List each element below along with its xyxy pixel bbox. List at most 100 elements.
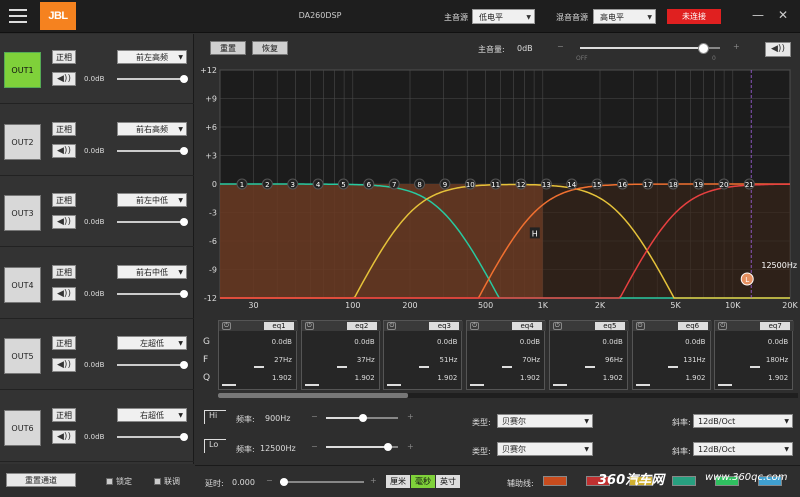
band-gain[interactable]: 0.0dB (520, 338, 540, 346)
unit-inch[interactable]: 英寸 (436, 475, 460, 488)
lo-slope-select[interactable]: 12dB/Oct (693, 442, 793, 457)
lock-checkbox[interactable]: 锁定 (106, 476, 132, 487)
hi-freq-minus[interactable]: − (311, 412, 318, 421)
hi-freq-plus[interactable]: + (407, 412, 414, 421)
gain-slider[interactable] (117, 432, 188, 441)
phase-button[interactable]: 正相 (52, 407, 76, 422)
delay-plus[interactable]: + (370, 476, 377, 485)
gain-slider[interactable] (117, 218, 188, 226)
phase-button[interactable]: 正相 (52, 336, 76, 350)
phase-button[interactable]: 正相 (52, 121, 76, 136)
power-icon[interactable]: ⏻ (304, 322, 314, 330)
output-button[interactable]: OUT6 (4, 409, 41, 446)
hi-slope-select[interactable]: 12dB/Oct (693, 414, 793, 429)
mute-button[interactable]: ◀)) (52, 358, 76, 372)
output-button[interactable]: OUT3 (4, 195, 41, 231)
slider-knob[interactable] (180, 218, 188, 226)
gain-slider[interactable] (117, 361, 188, 369)
band-q[interactable]: 1.902 (520, 374, 540, 382)
lo-freq-minus[interactable]: − (311, 442, 318, 451)
aux-line-4[interactable] (672, 476, 696, 486)
link-checkbox[interactable]: 联调 (154, 476, 180, 487)
mute-button[interactable]: ◀)) (52, 143, 76, 158)
close-button[interactable]: ✕ (776, 8, 790, 22)
hi-freq-slider[interactable] (326, 414, 398, 422)
band-freq[interactable]: 51Hz (440, 356, 458, 364)
connection-status-button[interactable]: 未连接 (667, 9, 721, 24)
master-volume-plus[interactable]: + (733, 42, 740, 51)
power-icon[interactable]: ⏻ (470, 322, 480, 330)
lo-type-select[interactable]: 贝赛尔 (497, 442, 593, 457)
slider-knob[interactable] (180, 432, 188, 441)
position-select[interactable]: 左超低 (117, 336, 187, 351)
slider-knob[interactable] (180, 75, 188, 83)
band-freq[interactable]: 180Hz (766, 356, 788, 364)
scrollbar-thumb[interactable] (218, 393, 408, 398)
gain-slider[interactable] (117, 146, 188, 155)
mute-button[interactable]: ◀)) (52, 286, 76, 301)
position-select[interactable]: 前右高频 (117, 121, 187, 137)
band-freq[interactable]: 70Hz (522, 356, 540, 364)
gain-slider[interactable] (117, 289, 188, 298)
power-icon[interactable]: ⏻ (635, 322, 645, 330)
output-button[interactable]: OUT5 (4, 338, 41, 374)
output-button[interactable]: OUT2 (4, 123, 41, 160)
aux-line-1[interactable] (543, 476, 567, 486)
band-q[interactable]: 1.902 (355, 374, 375, 382)
band-q[interactable]: 1.902 (603, 374, 623, 382)
mute-button[interactable]: ◀)) (52, 429, 76, 444)
master-volume-minus[interactable]: − (557, 42, 564, 51)
band-gain[interactable]: 0.0dB (437, 338, 457, 346)
band-q[interactable]: 1.902 (437, 374, 457, 382)
power-icon[interactable]: ⏻ (718, 322, 728, 330)
slider-knob[interactable] (180, 146, 188, 155)
position-select[interactable]: 右超低 (117, 407, 187, 423)
mute-button[interactable]: ◀)) (52, 72, 76, 86)
power-icon[interactable]: ⏻ (387, 322, 397, 330)
band-gain[interactable]: 0.0dB (272, 338, 292, 346)
power-icon[interactable]: ⏻ (222, 322, 231, 330)
main-source-select[interactable]: 低电平 (472, 9, 535, 25)
eq-reset-button[interactable]: 重置 (210, 41, 246, 55)
master-volume-slider[interactable] (580, 43, 720, 54)
lo-freq-plus[interactable]: + (407, 442, 414, 451)
menu-icon[interactable] (9, 9, 27, 23)
band-q[interactable]: 1.902 (272, 374, 292, 382)
unit-cm[interactable]: 厘米 (386, 475, 410, 488)
band-gain[interactable]: 0.0dB (354, 338, 374, 346)
band-freq[interactable]: 27Hz (274, 356, 292, 364)
band-freq[interactable]: 96Hz (605, 356, 623, 364)
mix-source-select[interactable]: 高电平 (593, 9, 656, 25)
phase-button[interactable]: 正相 (52, 193, 76, 207)
gain-slider[interactable] (117, 75, 188, 83)
position-select[interactable]: 前右中低 (117, 264, 187, 280)
phase-button[interactable]: 正相 (52, 50, 76, 64)
position-select[interactable]: 前左高频 (117, 50, 187, 65)
output-button[interactable]: OUT1 (4, 52, 41, 88)
band-gain[interactable]: 0.0dB (602, 338, 622, 346)
slider-knob[interactable] (180, 289, 188, 298)
lo-freq-slider[interactable] (326, 443, 398, 451)
unit-ms[interactable]: 毫秒 (411, 475, 435, 488)
delay-minus[interactable]: − (266, 476, 273, 485)
output-button[interactable]: OUT4 (4, 266, 41, 303)
mute-button[interactable]: ◀)) (52, 215, 76, 229)
band-gain[interactable]: 0.0dB (768, 338, 788, 346)
minimize-button[interactable]: — (751, 8, 765, 22)
band-freq[interactable]: 37Hz (357, 356, 375, 364)
master-mute-button[interactable]: ◀)) (765, 42, 791, 57)
band-q[interactable]: 1.902 (768, 374, 788, 382)
band-freq[interactable]: 131Hz (683, 356, 705, 364)
phase-button[interactable]: 正相 (52, 264, 76, 279)
eq-restore-button[interactable]: 恢复 (252, 41, 288, 55)
power-icon[interactable]: ⏻ (552, 322, 562, 330)
slider-knob[interactable] (180, 361, 188, 369)
delay-slider[interactable] (280, 478, 364, 486)
hi-type-select[interactable]: 贝赛尔 (497, 414, 593, 429)
band-gain[interactable]: 0.0dB (685, 338, 705, 346)
reset-channel-button[interactable]: 重置通道 (6, 473, 76, 487)
bands-scrollbar[interactable] (218, 393, 798, 398)
position-select[interactable]: 前左中低 (117, 193, 187, 208)
eq-response-graph[interactable]: +12 +9 +6 +3 0 -3 -6 -9 -12 30 100 200 500 1K 2K 5K 10K 2… (198, 60, 798, 312)
band-q[interactable]: 1.902 (685, 374, 705, 382)
